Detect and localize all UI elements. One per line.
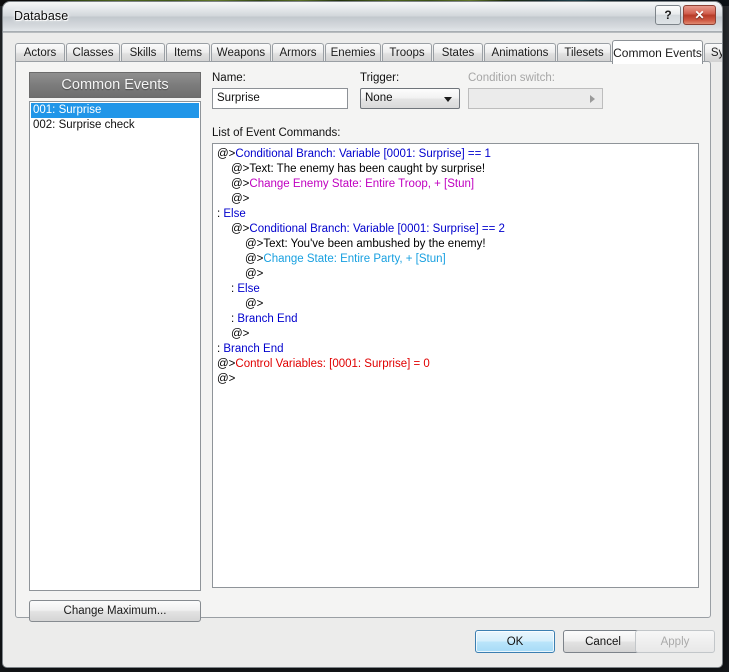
event-command-line[interactable]: @> <box>215 297 696 312</box>
command-prefix: @> <box>217 148 236 160</box>
tab-animations[interactable]: Animations <box>484 43 556 62</box>
command-prefix: @> <box>231 223 250 235</box>
command-text: Conditional Branch: Variable [0001: Surp… <box>249 223 505 235</box>
tab-actors[interactable]: Actors <box>15 43 65 62</box>
name-label: Name: <box>212 72 246 84</box>
command-prefix: @> <box>231 193 250 205</box>
event-command-line[interactable]: @>Text: The enemy has been caught by sur… <box>215 162 696 177</box>
common-event-editor: Name: Surprise Trigger: None Condition s… <box>212 72 699 588</box>
ok-button[interactable]: OK <box>475 630 555 653</box>
list-item[interactable]: 001: Surprise <box>31 103 199 118</box>
trigger-field-group: Trigger: None <box>360 72 460 109</box>
command-text: Text: You've been ambushed by the enemy! <box>263 238 486 250</box>
event-command-line[interactable]: : Branch End <box>215 342 696 357</box>
tab-troops[interactable]: Troops <box>382 43 432 62</box>
list-item[interactable]: 002: Surprise check <box>31 118 199 133</box>
tab-items[interactable]: Items <box>166 43 210 62</box>
window-titlebar[interactable]: Database ? ✕ <box>3 2 722 32</box>
command-text: Branch End <box>237 313 298 325</box>
trigger-label: Trigger: <box>360 72 400 84</box>
chevron-right-icon <box>590 95 595 103</box>
command-prefix: @> <box>245 253 264 265</box>
command-prefix: @> <box>245 238 264 250</box>
command-text: Change State: Entire Party, + [Stun] <box>263 253 446 265</box>
event-command-line[interactable]: @> <box>215 372 696 387</box>
name-input[interactable]: Surprise <box>212 88 348 109</box>
event-command-line[interactable]: @>Conditional Branch: Variable [0001: Su… <box>215 147 696 162</box>
tab-content-panel: Common Events 001: Surprise 002: Surprise… <box>15 61 711 622</box>
command-prefix: @> <box>245 268 264 280</box>
event-commands-label: List of Event Commands: <box>212 127 341 139</box>
command-text: Else <box>237 283 260 295</box>
command-prefix: @> <box>231 163 250 175</box>
common-events-list-header: Common Events <box>29 72 201 98</box>
apply-button: Apply <box>635 630 715 653</box>
event-command-line[interactable]: @>Conditional Branch: Variable [0001: Su… <box>215 222 696 237</box>
trigger-selected-value: None <box>365 92 393 104</box>
command-text: Branch End <box>223 343 284 355</box>
name-field-group: Name: Surprise <box>212 72 348 109</box>
tab-skills[interactable]: Skills <box>121 43 165 62</box>
close-icon[interactable]: ✕ <box>683 5 716 25</box>
event-command-line[interactable]: @> <box>215 327 696 342</box>
cancel-button[interactable]: Cancel <box>563 630 643 653</box>
event-command-line[interactable]: : Else <box>215 282 696 297</box>
event-command-line[interactable]: : Else <box>215 207 696 222</box>
command-prefix: @> <box>231 328 250 340</box>
event-command-line[interactable]: @> <box>215 267 696 282</box>
dialog-button-bar: OK Cancel Apply <box>3 624 722 664</box>
condition-switch-group: Condition switch: <box>468 72 603 109</box>
condition-switch-input <box>468 88 603 109</box>
event-command-line[interactable]: @>Change State: Entire Party, + [Stun] <box>215 252 696 267</box>
tab-weapons[interactable]: Weapons <box>211 43 271 62</box>
command-text: Else <box>223 208 246 220</box>
command-text: Conditional Branch: Variable [0001: Surp… <box>235 148 491 160</box>
database-tabstrip: Actors Classes Skills Items Weapons Armors Ene… <box>15 40 722 64</box>
window-title: Database <box>14 9 69 23</box>
event-command-line[interactable]: @> <box>215 192 696 207</box>
command-prefix: @> <box>217 358 236 370</box>
event-field-row: Name: Surprise Trigger: None Condition s… <box>212 72 699 122</box>
command-text: Change Enemy State: Entire Troop, + [Stu… <box>249 178 475 190</box>
event-command-line[interactable]: @>Change Enemy State: Entire Troop, + [S… <box>215 177 696 192</box>
event-commands-listbox[interactable]: @>Conditional Branch: Variable [0001: Su… <box>212 143 699 588</box>
help-icon[interactable]: ? <box>655 5 681 25</box>
command-prefix: @> <box>245 298 264 310</box>
chevron-down-icon <box>444 97 452 102</box>
command-text: Control Variables: [0001: Surprise] = 0 <box>235 358 430 370</box>
tab-states[interactable]: States <box>433 43 483 62</box>
command-prefix: @> <box>231 178 250 190</box>
change-maximum-button[interactable]: Change Maximum... <box>29 600 201 622</box>
command-prefix: @> <box>217 373 236 385</box>
common-events-listbox[interactable]: 001: Surprise 002: Surprise check <box>29 101 201 591</box>
tab-armors[interactable]: Armors <box>272 43 324 62</box>
database-window: Database ? ✕ Actors Classes Skills Items Wea… <box>3 2 722 667</box>
condition-switch-label: Condition switch: <box>468 72 555 84</box>
tab-classes[interactable]: Classes <box>66 43 120 62</box>
event-command-line[interactable]: : Branch End <box>215 312 696 327</box>
tab-tilesets[interactable]: Tilesets <box>557 43 611 62</box>
command-text: Text: The enemy has been caught by surpr… <box>249 163 486 175</box>
tab-enemies[interactable]: Enemies <box>325 43 381 62</box>
event-command-line[interactable]: @>Control Variables: [0001: Surprise] = … <box>215 357 696 372</box>
event-command-line[interactable]: @>Text: You've been ambushed by the enem… <box>215 237 696 252</box>
tab-system[interactable]: System <box>704 43 722 62</box>
trigger-select[interactable]: None <box>360 88 460 109</box>
common-events-left-column: Common Events 001: Surprise 002: Surprise… <box>29 72 201 622</box>
tab-common-events[interactable]: Common Events <box>612 40 703 64</box>
